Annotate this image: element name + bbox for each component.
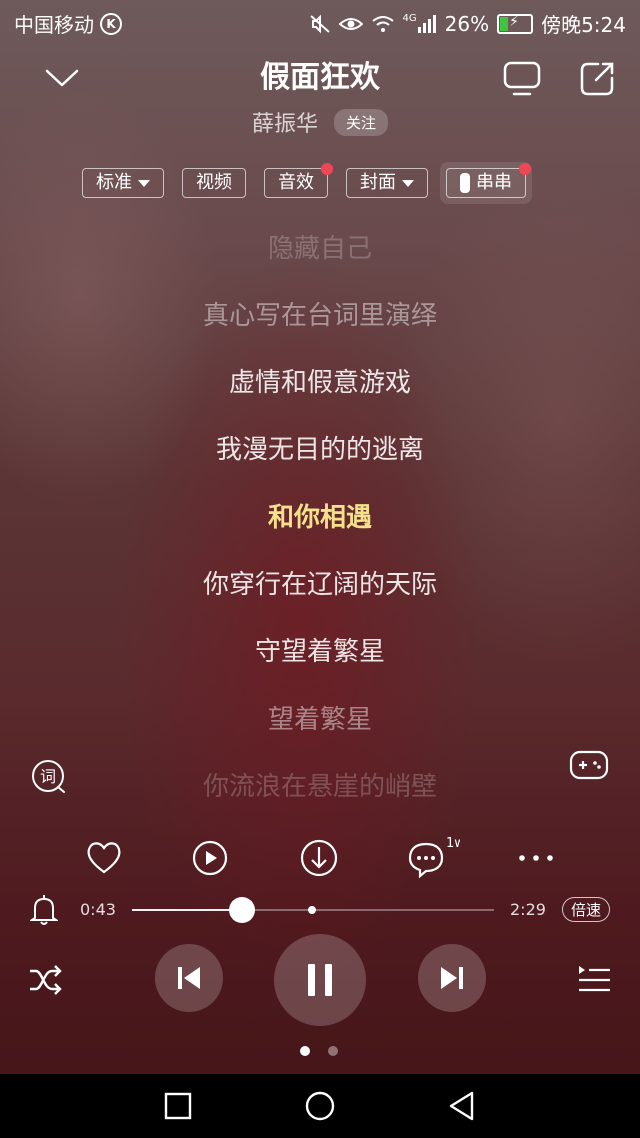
carrier-k-icon: K (100, 12, 122, 35)
chip-label: 封面 (360, 172, 396, 193)
recent-apps-square-icon[interactable] (164, 1092, 192, 1120)
next-track-button[interactable] (418, 944, 486, 1012)
lyric-line: 你流浪在悬崖的峭壁 (202, 772, 437, 802)
battery-icon: ⚡ (497, 13, 534, 34)
artist-name[interactable]: 薛振华 (252, 106, 318, 138)
mute-icon (309, 14, 330, 33)
share-icon[interactable] (578, 60, 616, 98)
chip-label: 标准 (96, 172, 132, 193)
caret-down-icon (138, 179, 150, 187)
playlist-icon[interactable] (576, 962, 612, 998)
cover-chip[interactable]: 封面 (346, 168, 428, 198)
previous-track-button[interactable] (155, 944, 223, 1012)
previous-icon (178, 967, 200, 989)
total-duration: 2:29 (510, 900, 546, 919)
carrier-name: 中国移动 (14, 13, 94, 37)
lyric-line: 守望着繁星 (254, 637, 385, 667)
pause-icon (308, 964, 332, 996)
chuanchuan-chip-highlight: 串串 (440, 162, 532, 204)
lyrics-poster-label: 词 (40, 767, 56, 786)
lyric-line: 我漫无目的的逃离 (215, 435, 424, 465)
battery-percent: 26% (444, 11, 490, 36)
action-row: 1w (84, 836, 564, 880)
quality-chip[interactable]: 标准 (82, 168, 164, 198)
page-dot[interactable] (300, 1046, 310, 1056)
clock: 傍晚5:24 (541, 13, 626, 37)
progress-slider[interactable] (132, 897, 494, 923)
status-bar: 中国移动 K 4G 26% ⚡ 傍晚5:24 (0, 0, 640, 44)
network-type: 4G (402, 13, 417, 24)
page-dot[interactable] (328, 1046, 338, 1056)
eye-icon (338, 17, 363, 30)
progress-knob[interactable] (229, 897, 256, 923)
more-options-icon[interactable] (516, 836, 556, 880)
home-circle-icon[interactable] (304, 1090, 336, 1122)
lyric-line: 真心写在台词里演绎 (202, 301, 437, 331)
progress-played (132, 909, 243, 911)
system-navigation-bar (0, 1074, 640, 1138)
song-title: 假面狂欢 (260, 60, 380, 95)
pause-button[interactable] (274, 934, 366, 1026)
lyrics-poster-icon[interactable]: 词 (30, 758, 66, 794)
lyric-line: 隐藏自己 (267, 234, 372, 264)
red-dot-badge (321, 163, 333, 175)
like-heart-icon[interactable] (84, 836, 124, 880)
option-chips: 标准 视频 音效 封面 串串 (82, 162, 532, 204)
sleep-timer-bell-icon[interactable] (30, 894, 58, 926)
buffer-marker (307, 906, 316, 914)
lyric-line-current: 和你相遇 (267, 503, 372, 533)
shuffle-icon[interactable] (28, 962, 64, 998)
music-video-icon[interactable] (190, 836, 230, 880)
lyric-line: 虚情和假意游戏 (228, 368, 411, 398)
red-dot-badge (519, 163, 531, 175)
signal-icon (417, 14, 436, 33)
next-icon (441, 967, 463, 989)
download-icon[interactable] (299, 836, 339, 880)
elapsed-time: 0:43 (80, 900, 116, 919)
chip-label: 音效 (278, 172, 314, 193)
back-triangle-icon[interactable] (448, 1090, 476, 1122)
lyric-line: 望着繁星 (267, 705, 372, 735)
game-controller-icon[interactable] (568, 748, 610, 782)
video-chip[interactable]: 视频 (182, 168, 246, 198)
comment-icon[interactable]: 1w (406, 836, 460, 880)
follow-button[interactable]: 关注 (334, 108, 389, 136)
artist-row: 薛振华 关注 (0, 106, 640, 138)
wifi-icon (371, 15, 394, 32)
comment-count: 1w (446, 836, 460, 851)
phone-pill-icon (460, 173, 470, 193)
sound-effect-chip[interactable]: 音效 (264, 163, 333, 198)
chip-label: 视频 (196, 172, 232, 193)
lyric-line: 你穿行在辽阔的天际 (202, 570, 437, 600)
playback-speed-button[interactable]: 倍速 (562, 897, 611, 922)
chuanchuan-chip[interactable]: 串串 (446, 163, 531, 198)
caret-down-icon (402, 179, 414, 187)
tv-cast-icon[interactable] (502, 60, 542, 98)
chip-label: 串串 (476, 172, 512, 193)
